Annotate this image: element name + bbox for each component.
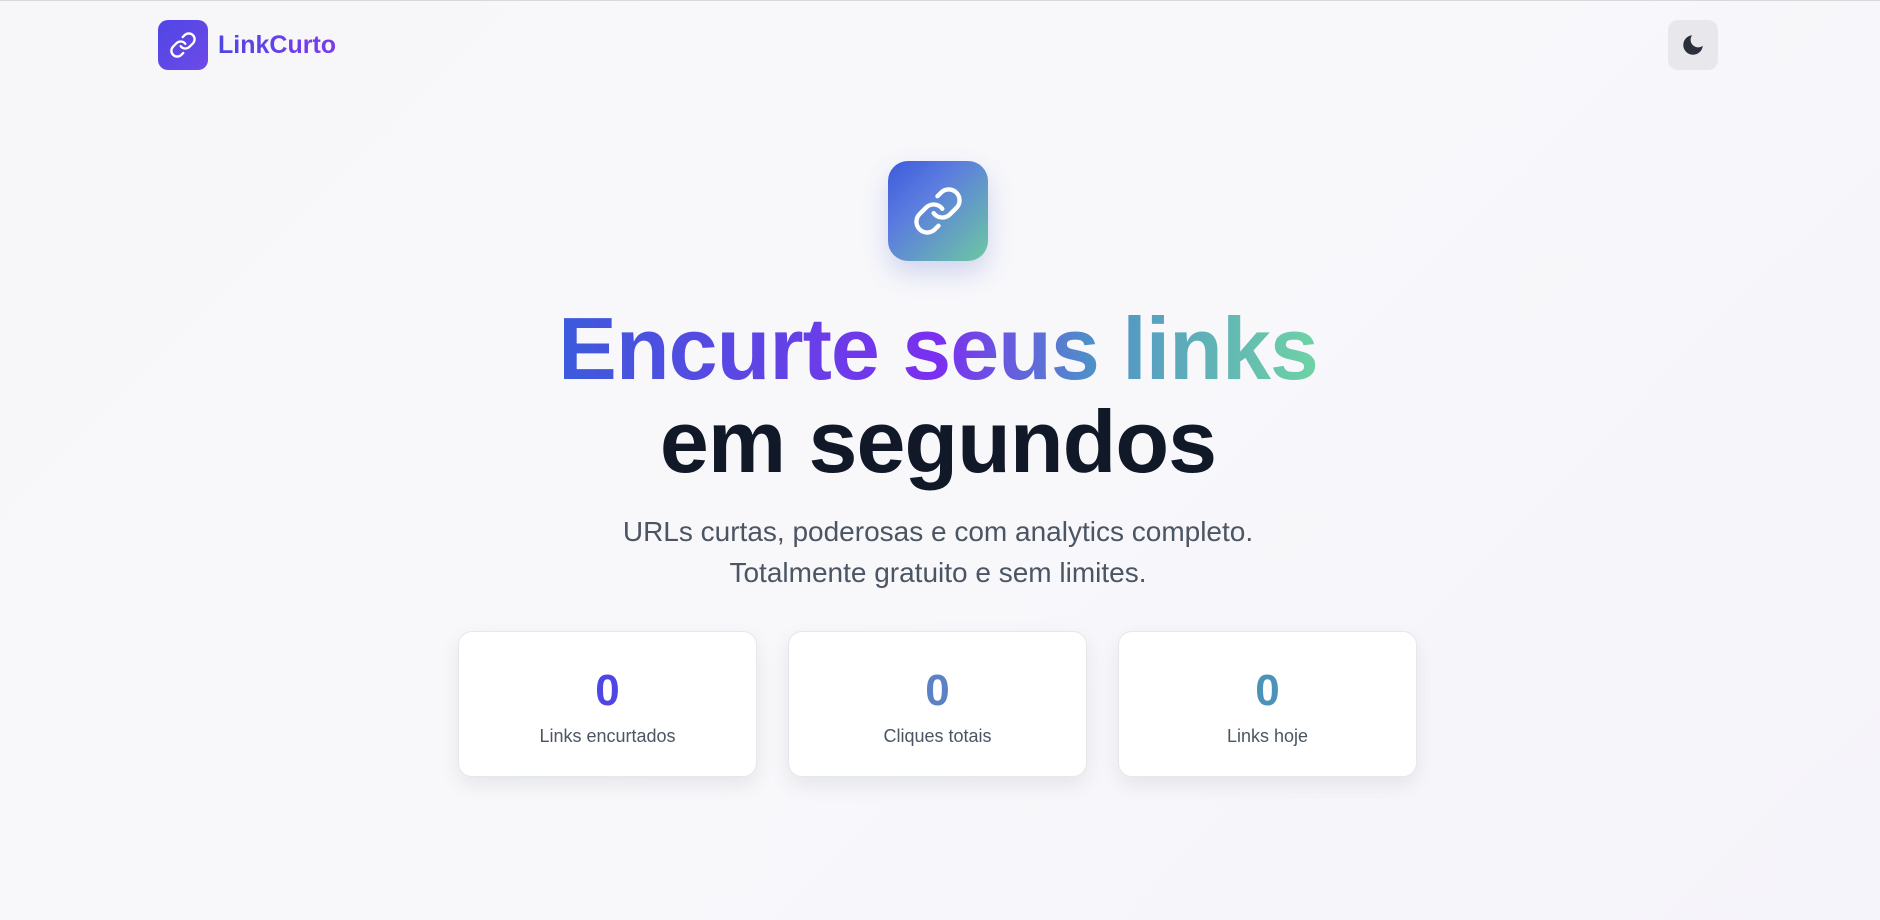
subtitle-line-2: Totalmente gratuito e sem limites. (729, 557, 1147, 588)
link-icon (158, 20, 208, 70)
stat-value: 0 (1255, 666, 1280, 715)
stat-label: Links hoje (1226, 726, 1309, 746)
moon-icon (1680, 32, 1706, 58)
stat-card-links-today: 0 Links hoje (1118, 631, 1417, 777)
subtitle-line-1: URLs curtas, poderosas e com analytics c… (622, 516, 1254, 547)
stat-value: 0 (595, 666, 620, 715)
headline-second-line: em segundos (659, 392, 1217, 491)
link-icon (888, 161, 988, 261)
headline-gradient-text: Encurte seus links (558, 299, 1319, 398)
brand-home-link[interactable]: LinkCurto (158, 20, 336, 70)
hero-subtitle: URLs curtas, poderosas e com analytics c… (0, 511, 1876, 593)
stat-card-links-shortened: 0 Links encurtados (458, 631, 757, 777)
stat-label: Links encurtados (539, 726, 676, 746)
theme-toggle-button[interactable] (1668, 20, 1718, 70)
stat-value: 0 (925, 666, 950, 715)
hero-headline: Encurte seus links em segundos (0, 301, 1876, 487)
brand-name: LinkCurto (218, 30, 337, 59)
top-navbar: LinkCurto (0, 1, 1880, 93)
stat-label: Cliques totais (883, 726, 992, 746)
stats-row: 0 Links encurtados 0 Cliques totais 0 Li… (458, 631, 1417, 777)
stat-card-total-clicks: 0 Cliques totais (788, 631, 1087, 777)
